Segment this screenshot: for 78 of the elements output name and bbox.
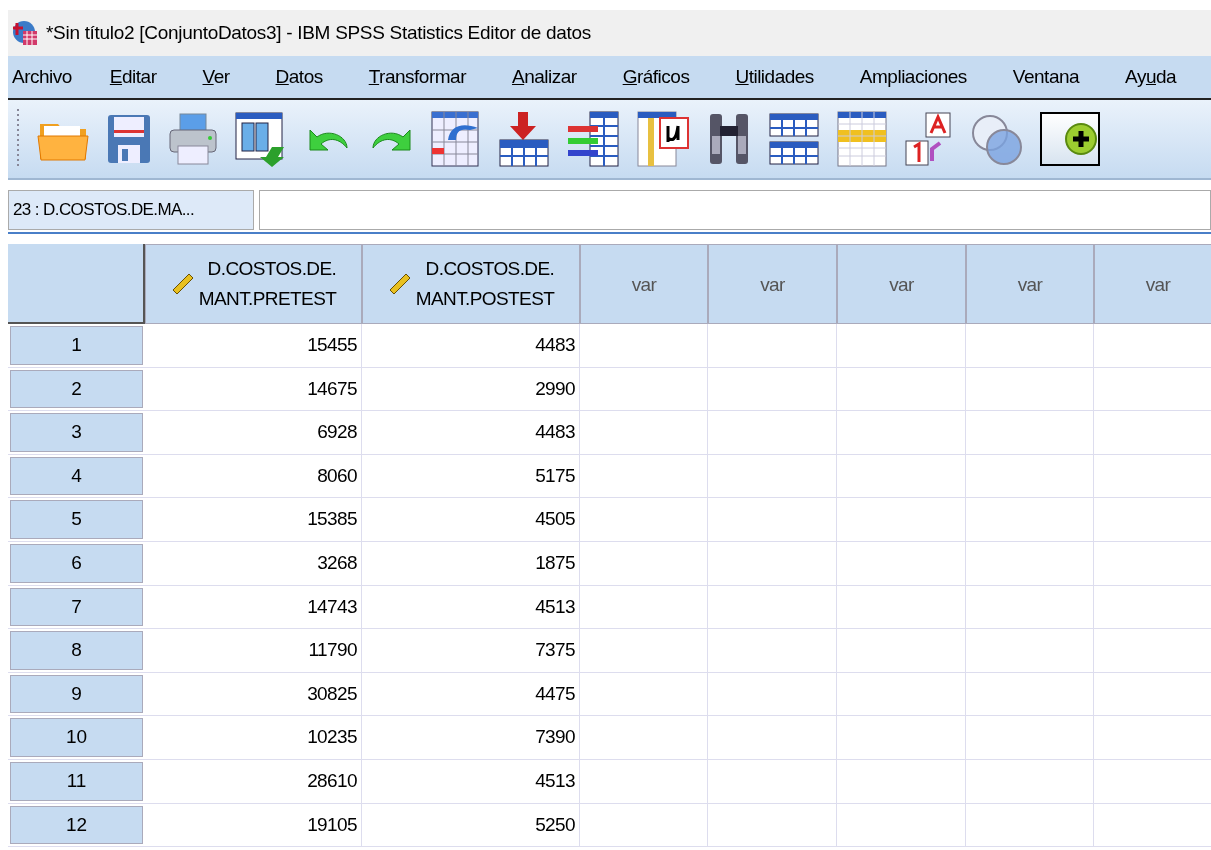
row-number[interactable]: 7: [10, 587, 143, 627]
column-header[interactable]: D.COSTOS.DE. MANT.POSTEST: [362, 244, 580, 324]
table-cell: 5175: [362, 454, 580, 498]
table-cell: 7390: [362, 716, 580, 759]
table-cell: 30825: [145, 672, 362, 716]
column-header[interactable]: var: [966, 244, 1094, 324]
menu-item[interactable]: Utilidades: [730, 62, 819, 92]
plus-icon: [1064, 122, 1098, 156]
menu-item[interactable]: Editar: [104, 62, 162, 92]
cell-reference: 23 : D.COSTOS.DE.MA...: [8, 190, 254, 230]
menu-item[interactable]: Gráficos: [617, 62, 695, 92]
table-cell: 1875: [362, 541, 580, 585]
table-cell: 3268: [145, 541, 362, 585]
row-number[interactable]: 10: [10, 718, 143, 757]
table-cell: 4513: [362, 585, 580, 629]
menu-item[interactable]: Ayuda: [1120, 62, 1182, 92]
menu-item[interactable]: Ventana: [1007, 62, 1085, 92]
table-cell: 28610: [145, 759, 362, 803]
column-label: var: [889, 273, 914, 297]
column-header[interactable]: var: [708, 244, 837, 324]
column-header[interactable]: var: [1094, 244, 1211, 324]
app-icon: [12, 20, 38, 46]
table-cell: 7375: [362, 629, 580, 672]
table-cell: 4483: [362, 324, 580, 367]
row-number[interactable]: 11: [10, 761, 143, 801]
column-label: D.COSTOS.DE. MANT.PRETEST: [198, 257, 337, 311]
window-title: *Sin título2 [ConjuntoDatos3] - IBM SPSS Statistics Editor de datos: [46, 20, 591, 45]
table-cell: 14675: [145, 367, 362, 411]
table-cell: 4505: [362, 498, 580, 541]
table-cell: 4513: [362, 759, 580, 803]
table-cell: 5250: [362, 803, 580, 847]
row-number[interactable]: 3: [10, 413, 143, 452]
column-label: D.COSTOS.DE. MANT.POSTEST: [415, 257, 555, 311]
table-cell: 15455: [145, 324, 362, 367]
bars-table-icon[interactable]: [566, 110, 620, 168]
value-labels-icon[interactable]: [904, 111, 954, 167]
menu-item[interactable]: Transformar: [363, 62, 471, 92]
highlighted-table-icon[interactable]: [836, 110, 888, 168]
ruler-icon: [170, 272, 195, 296]
table-cell: 14743: [145, 585, 362, 629]
table-cell: 2990: [362, 367, 580, 411]
table-cell: 15385: [145, 498, 362, 541]
menu-item[interactable]: Ampliaciones: [854, 62, 972, 92]
menu-item[interactable]: Analizar: [506, 62, 582, 92]
table-cell: 4483: [362, 411, 580, 454]
row-number[interactable]: 8: [10, 631, 143, 670]
table-cell: 10235: [145, 716, 362, 759]
split-table-icon[interactable]: [768, 110, 820, 168]
table-cell: 6928: [145, 411, 362, 454]
row-number[interactable]: 1: [10, 326, 143, 365]
column-header[interactable]: D.COSTOS.DE. MANT.PRETEST: [145, 244, 362, 324]
row-number[interactable]: 9: [10, 674, 143, 714]
mu-table-icon[interactable]: [636, 110, 690, 168]
row-number[interactable]: 4: [10, 456, 143, 496]
printer-icon[interactable]: [168, 112, 218, 166]
column-label: var: [631, 273, 657, 297]
menu-item[interactable]: Archivo: [8, 62, 77, 92]
column-label: var: [760, 273, 785, 297]
table-cell: 4475: [362, 672, 580, 716]
row-number[interactable]: 2: [10, 369, 143, 409]
add-button[interactable]: [1040, 112, 1100, 166]
toolbar-grip-icon: [16, 109, 20, 169]
menu-item[interactable]: Datos: [270, 62, 328, 92]
row-number[interactable]: 5: [10, 500, 143, 539]
ruler-icon: [387, 272, 412, 296]
cell-value-field[interactable]: [259, 190, 1211, 230]
column-header[interactable]: var: [580, 244, 708, 324]
row-number[interactable]: 6: [10, 543, 143, 583]
column-label: var: [1145, 273, 1171, 297]
table-arrow-icon[interactable]: [430, 110, 482, 168]
table-cell: 19105: [145, 803, 362, 847]
column-header[interactable]: var: [837, 244, 966, 324]
table-cell: 11790: [145, 629, 362, 672]
row-number[interactable]: 12: [10, 805, 143, 845]
download-table-icon[interactable]: [498, 110, 550, 168]
table-cell: 8060: [145, 454, 362, 498]
menu-item[interactable]: Ver: [197, 62, 235, 92]
column-label: var: [1017, 273, 1043, 297]
